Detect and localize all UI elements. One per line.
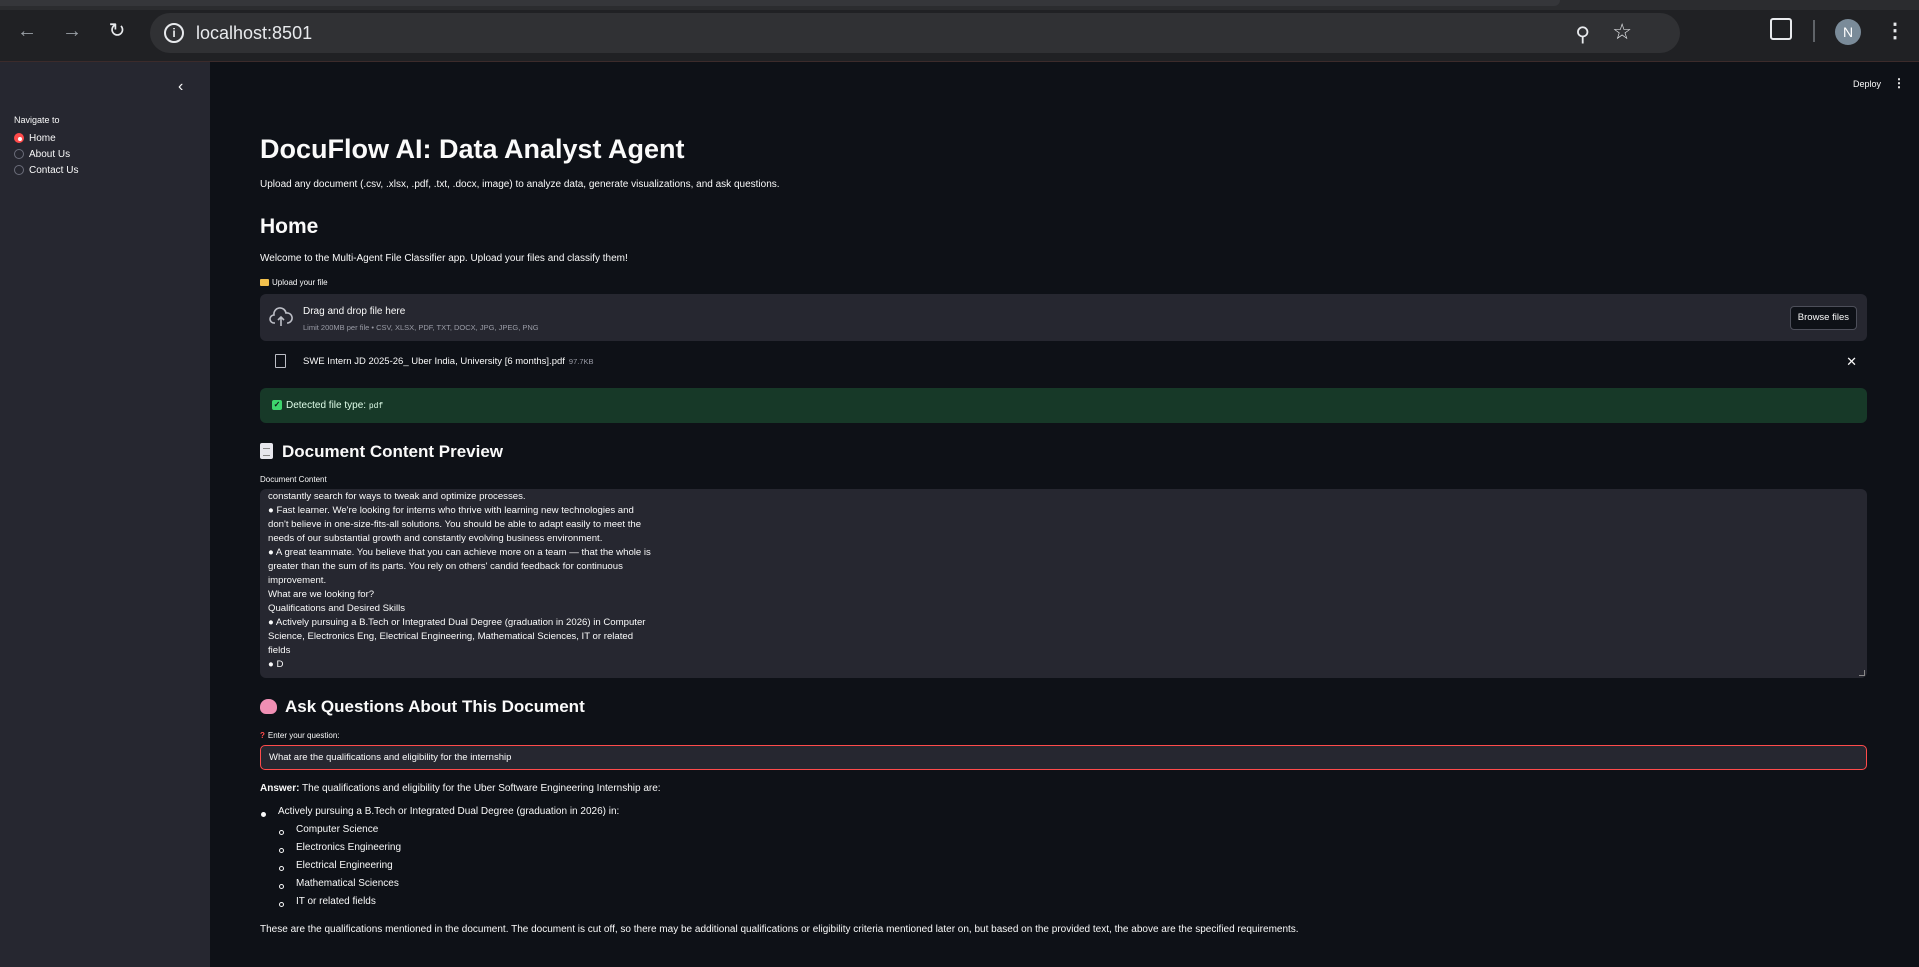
main-menu-icon[interactable]: ⋮: [1893, 76, 1905, 90]
brain-icon: [260, 699, 277, 714]
welcome-text: Welcome to the Multi-Agent File Classifi…: [260, 253, 628, 264]
back-arrow-icon[interactable]: ←: [14, 18, 40, 44]
url-text[interactable]: localhost:8501: [196, 23, 312, 44]
folder-icon: [260, 279, 269, 286]
document-content-line: ● A great teammate. You believe that you…: [268, 547, 651, 558]
extensions-icon[interactable]: [1770, 18, 1792, 40]
radio-selected-icon[interactable]: [14, 133, 24, 143]
radio-unselected-icon[interactable]: [14, 149, 24, 159]
question-label-text: Enter your question:: [267, 731, 340, 740]
deploy-button[interactable]: Deploy: [1853, 79, 1881, 89]
collapse-sidebar-icon[interactable]: ‹: [178, 78, 183, 96]
question-label: ? Enter your question:: [260, 731, 340, 740]
nav-option-about[interactable]: About Us: [14, 146, 70, 162]
file-size: 97.7KB: [568, 357, 594, 366]
reload-icon[interactable]: ↻: [104, 18, 130, 44]
success-alert: ✓ Detected file type: pdf: [260, 388, 1867, 423]
radio-unselected-icon[interactable]: [14, 165, 24, 175]
nav-option-label: Home: [29, 132, 56, 144]
ask-heading: Ask Questions About This Document: [260, 697, 585, 717]
uploaded-file: SWE Intern JD 2025-26_ Uber India, Unive…: [260, 350, 1867, 374]
document-content-line: What are we looking for?: [268, 589, 375, 600]
document-content-label: Document Content: [260, 475, 327, 484]
ask-heading-text: Ask Questions About This Document: [285, 697, 585, 716]
nav-option-home[interactable]: Home: [14, 130, 56, 146]
answer-sub-item: IT or related fields: [296, 896, 376, 907]
site-info-icon[interactable]: i: [164, 23, 184, 43]
forward-arrow-icon[interactable]: →: [59, 18, 85, 44]
sub-bullet-icon: [279, 884, 284, 889]
document-content-line: constantly search for ways to tweak and …: [268, 491, 526, 502]
document-content-line: fields: [268, 645, 291, 656]
document-content-line: Science, Electronics Eng, Electrical Eng…: [268, 631, 634, 642]
cloud-upload-icon: [269, 307, 293, 326]
question-input[interactable]: [260, 745, 1867, 770]
nav-option-contact[interactable]: Contact Us: [14, 162, 78, 178]
sub-bullet-icon: [279, 866, 284, 871]
bookmark-star-icon[interactable]: ☆: [1612, 19, 1632, 45]
document-content-line: improvement.: [268, 575, 327, 586]
question-mark-icon: ?: [260, 731, 265, 740]
document-content-line: don't believe in one-size-fits-all solut…: [268, 519, 642, 530]
sidebar: ‹ Navigate to Home About Us Contact Us: [0, 62, 210, 967]
dropzone-text: Drag and drop file here: [303, 306, 406, 317]
document-content-line: ● D: [268, 659, 284, 670]
browser-menu-icon[interactable]: ⋮: [1885, 18, 1905, 44]
toolbar-divider: [1813, 20, 1815, 42]
upload-label: Upload your file: [260, 278, 328, 287]
preview-heading-text: Document Content Preview: [282, 442, 504, 461]
nav-option-label: About Us: [29, 148, 71, 160]
section-title: Home: [260, 215, 319, 238]
answer-sub-item: Mathematical Sciences: [296, 878, 399, 889]
answer-sub-item: Computer Science: [296, 824, 379, 835]
sub-bullet-icon: [279, 902, 284, 907]
preview-heading: Document Content Preview: [260, 442, 503, 462]
document-content-text[interactable]: constantly search for ways to tweak and …: [268, 490, 651, 672]
file-icon: [275, 354, 286, 368]
page-title: DocuFlow AI: Data Analyst Agent: [260, 134, 685, 164]
sub-bullet-icon: [279, 830, 284, 835]
active-tab[interactable]: [0, 0, 1560, 6]
bullet-icon: [261, 812, 266, 817]
resize-handle-icon[interactable]: [1859, 670, 1865, 676]
answer-sub-item: Electronics Engineering: [296, 842, 402, 853]
detected-type-text: Detected file type:: [286, 400, 369, 411]
browser-toolbar: ← → ↻ i localhost:8501 ⚲ ☆ N ⋮: [0, 0, 1919, 62]
document-content-line: ● Actively pursuing a B.Tech or Integrat…: [268, 617, 646, 628]
zoom-icon[interactable]: ⚲: [1575, 22, 1590, 47]
answer-intro: Answer: The qualifications and eligibili…: [260, 783, 661, 794]
page-subtitle: Upload any document (.csv, .xlsx, .pdf, …: [260, 179, 780, 190]
nav-option-label: Contact Us: [29, 164, 79, 176]
remove-file-icon[interactable]: ✕: [1846, 354, 1857, 370]
document-content-line: needs of our substantial growth and cons…: [268, 533, 603, 544]
answer-sub-item: Electrical Engineering: [296, 860, 393, 871]
answer-intro-text: The qualifications and eligibility for t…: [299, 783, 661, 794]
document-content-textarea[interactable]: constantly search for ways to tweak and …: [260, 489, 1867, 678]
answer-prefix: Answer:: [260, 783, 300, 794]
nav-label: Navigate to: [14, 115, 60, 125]
sub-bullet-icon: [279, 848, 284, 853]
check-icon: ✓: [272, 400, 282, 410]
file-name: SWE Intern JD 2025-26_ Uber India, Unive…: [303, 356, 594, 367]
file-dropzone[interactable]: Drag and drop file here Limit 200MB per …: [260, 294, 1867, 341]
document-content-line: ● Fast learner. We're looking for intern…: [268, 505, 634, 516]
document-content-line: greater than the sum of its parts. You r…: [268, 561, 623, 572]
dropzone-limit: Limit 200MB per file • CSV, XLSX, PDF, T…: [303, 323, 539, 332]
detected-type: Detected file type: pdf: [286, 400, 383, 411]
detected-type-value: pdf: [368, 402, 384, 411]
profile-avatar[interactable]: N: [1835, 19, 1861, 45]
file-name-text: SWE Intern JD 2025-26_ Uber India, Unive…: [303, 356, 565, 367]
browse-files-button[interactable]: Browse files: [1789, 306, 1857, 330]
document-icon: [260, 443, 273, 459]
answer-bullet: Actively pursuing a B.Tech or Integrated…: [278, 806, 620, 817]
answer-conclusion: These are the qualifications mentioned i…: [260, 924, 1299, 935]
document-content-line: Qualifications and Desired Skills: [268, 603, 406, 614]
address-bar[interactable]: i localhost:8501 ⚲ ☆: [150, 13, 1680, 53]
upload-label-text: Upload your file: [272, 278, 328, 287]
